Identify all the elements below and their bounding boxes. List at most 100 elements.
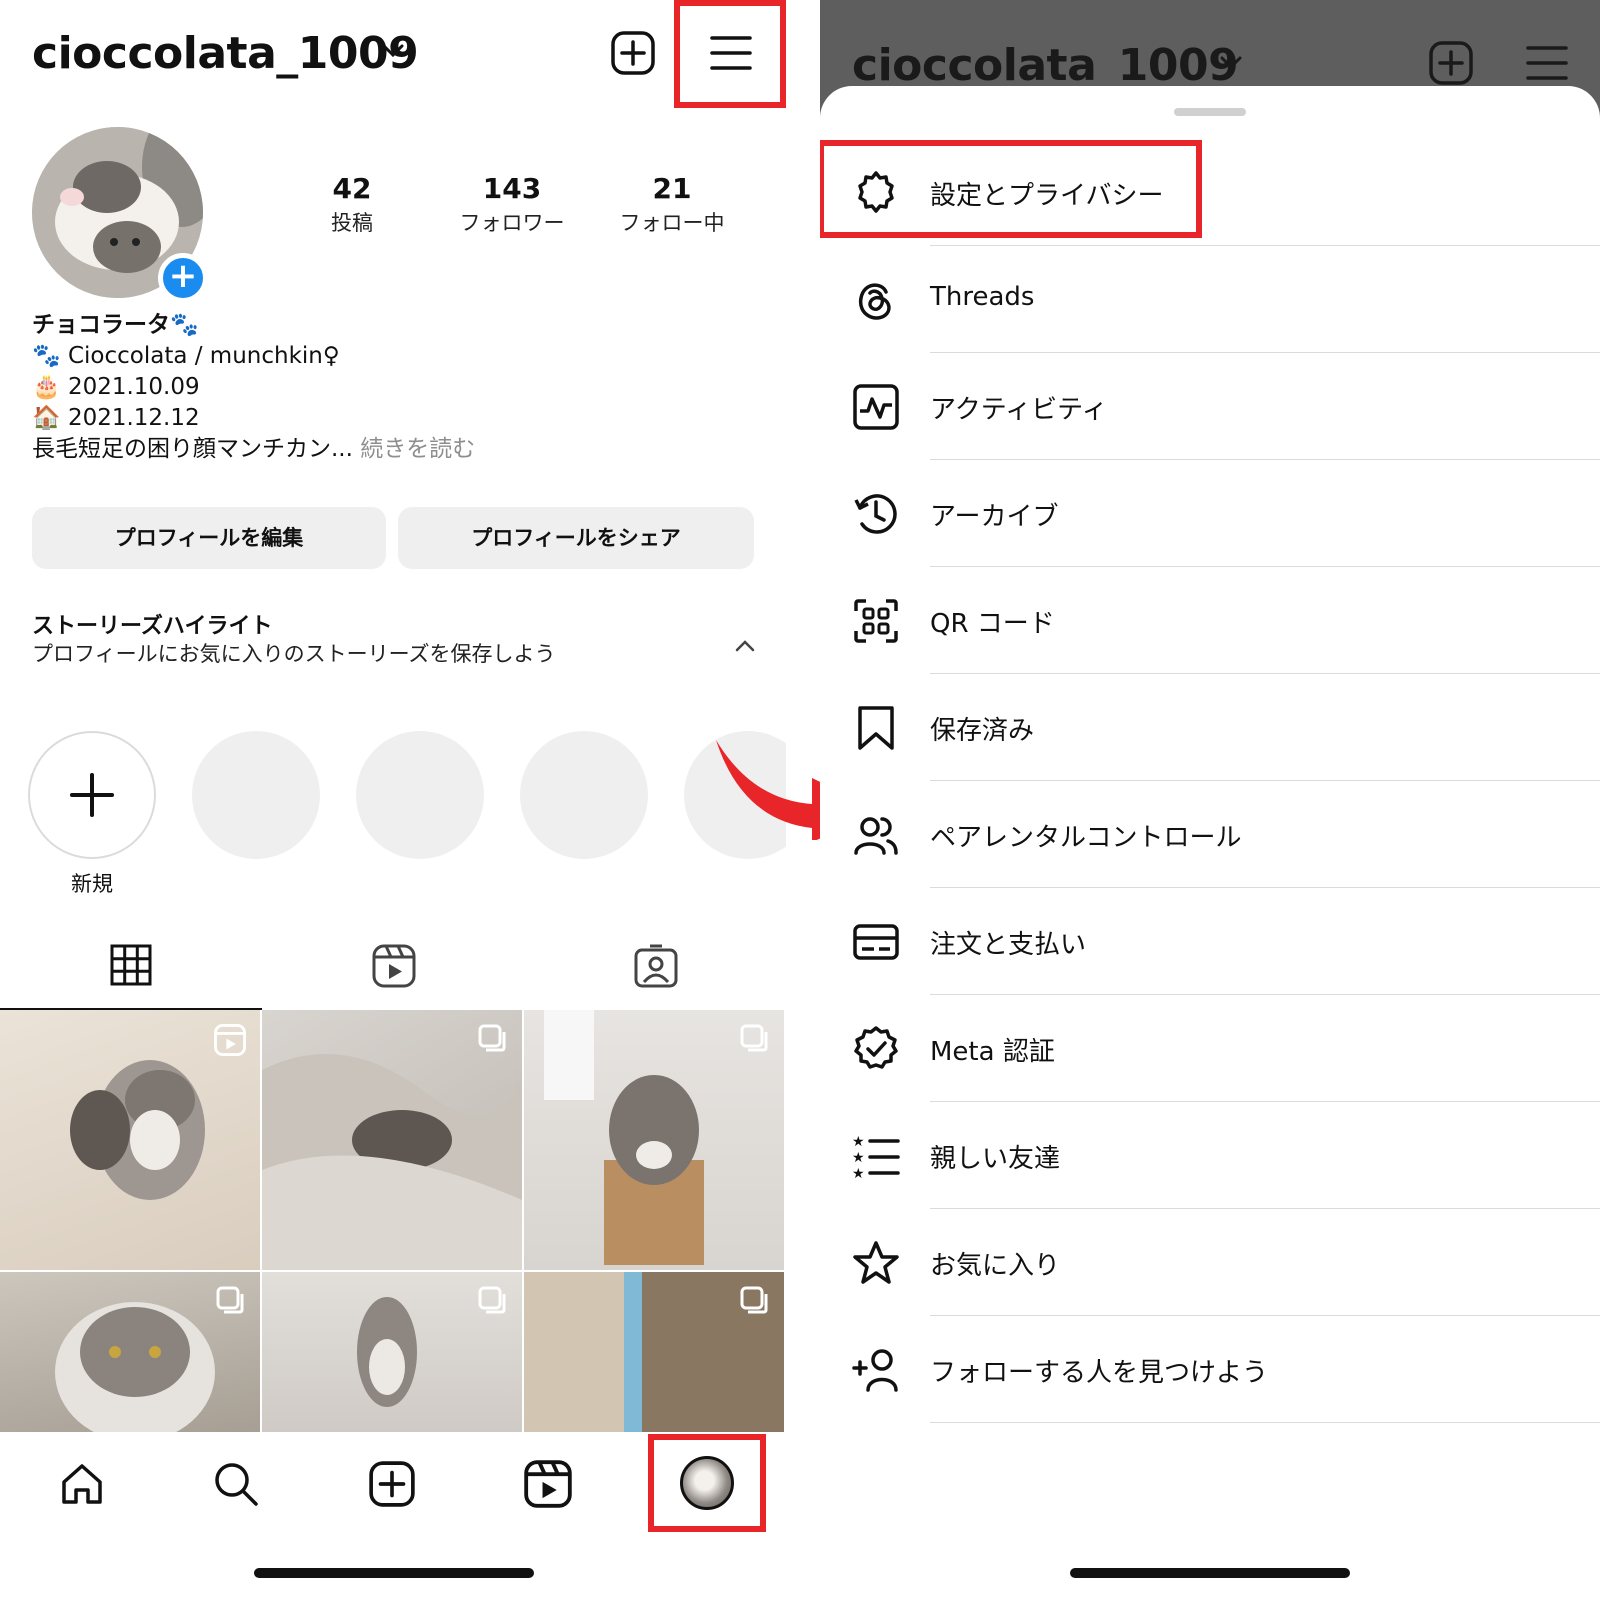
menu-item-discover-people[interactable]: フォローする人を見つけよう xyxy=(820,1316,1600,1423)
menu-item-label: ペアレンタルコントロール xyxy=(930,823,1242,853)
posts-stat[interactable]: 42 投稿 xyxy=(272,172,432,237)
bio-line: 🎂 2021.10.09 xyxy=(32,374,200,400)
menu-item-label: 注文と支払い xyxy=(930,930,1087,960)
menu-item-favorites[interactable]: お気に入り xyxy=(820,1209,1600,1316)
menu-item-meta-verified[interactable]: Meta 認証 xyxy=(820,995,1600,1102)
followers-stat[interactable]: 143 フォロワー xyxy=(432,172,592,237)
grid-icon xyxy=(110,944,152,986)
read-more-link[interactable]: 続きを読む xyxy=(353,436,475,462)
edit-profile-button[interactable]: プロフィールを編集 xyxy=(32,507,386,569)
add-story-button[interactable]: + xyxy=(158,253,208,303)
search-icon[interactable] xyxy=(212,1460,260,1508)
post-thumbnail[interactable] xyxy=(524,1010,784,1270)
verified-icon xyxy=(854,1026,898,1069)
create-post-icon[interactable] xyxy=(610,30,656,76)
posts-count: 42 xyxy=(332,172,372,205)
divider xyxy=(930,1422,1600,1423)
svg-text:★: ★ xyxy=(852,1166,865,1180)
sheet-grabber[interactable] xyxy=(1174,108,1246,116)
reels-icon xyxy=(214,1024,246,1056)
home-indicator xyxy=(1070,1568,1350,1578)
settings-highlight-box xyxy=(820,140,1202,238)
post-thumbnail[interactable] xyxy=(262,1010,522,1270)
star-icon xyxy=(853,1241,899,1284)
menu-item-label: QR コード xyxy=(930,609,1055,639)
share-profile-button[interactable]: プロフィールをシェア xyxy=(398,507,754,569)
bottom-sheet: 設定とプライバシー Threads アクティビティ アーカイブ QR コード 保… xyxy=(820,86,1600,1600)
plus-icon xyxy=(70,773,114,817)
bio-text: 長毛短足の困り顔マンチカン... xyxy=(32,436,353,462)
followers-count: 143 xyxy=(482,172,542,205)
tab-reels[interactable] xyxy=(262,940,524,1010)
carousel-icon xyxy=(478,1024,506,1052)
profile-tab-highlight-box xyxy=(648,1434,766,1532)
highlights-title: ストーリーズハイライト xyxy=(32,614,273,639)
display-name: チョコラータ🐾 xyxy=(32,312,199,338)
following-count: 21 xyxy=(652,172,692,205)
archive-icon xyxy=(854,494,897,534)
highlight-placeholder xyxy=(520,731,648,859)
following-stat[interactable]: 21 フォロー中 xyxy=(592,172,752,237)
new-highlight-label: 新規 xyxy=(71,872,113,896)
menu-item-label: 親しい友達 xyxy=(930,1144,1061,1174)
carousel-icon xyxy=(478,1286,506,1314)
carousel-icon xyxy=(216,1286,244,1314)
following-label: フォロー中 xyxy=(619,211,725,235)
post-thumbnail[interactable] xyxy=(262,1272,522,1432)
tab-posts-grid[interactable] xyxy=(0,940,262,1010)
svg-text:★: ★ xyxy=(852,1134,865,1150)
menu-item-parental-control[interactable]: ペアレンタルコントロール xyxy=(820,781,1600,888)
tab-tagged[interactable] xyxy=(524,940,786,1010)
menu-item-label: 保存済み xyxy=(930,716,1035,746)
followers-label: フォロワー xyxy=(459,211,565,235)
chevron-up-icon[interactable] xyxy=(735,640,755,652)
username-header[interactable]: cioccolata_1009 xyxy=(32,28,419,79)
bio: チョコラータ🐾 🐾 Cioccolata / munchkin♀ 🎂 2021.… xyxy=(32,310,475,465)
menu-screen: cioccolata_1009 設定とプライバシー Threads アクティビテ… xyxy=(820,0,1600,1600)
reels-icon[interactable] xyxy=(524,1460,572,1508)
menu-item-close-friends[interactable]: ★ ★ ★ 親しい友達 xyxy=(820,1102,1600,1209)
card-icon xyxy=(853,924,899,960)
hamburger-menu-icon xyxy=(1526,46,1568,80)
post-thumbnail[interactable] xyxy=(524,1272,784,1432)
people-icon xyxy=(854,817,898,855)
close-friends-icon: ★ ★ ★ xyxy=(852,1134,900,1180)
create-icon[interactable] xyxy=(368,1460,416,1508)
highlights-subtitle: プロフィールにお気に入りのストーリーズを保存しよう xyxy=(32,642,556,666)
menu-highlight-box xyxy=(674,0,786,108)
bookmark-icon xyxy=(858,706,894,750)
bio-line: 🐾 Cioccolata / munchkin♀ xyxy=(32,343,340,369)
menu-item-label: アクティビティ xyxy=(930,395,1108,425)
username-header: cioccolata_1009 xyxy=(852,40,1239,91)
svg-text:★: ★ xyxy=(852,1150,865,1166)
new-highlight-button[interactable] xyxy=(28,731,156,859)
menu-item-saved[interactable]: 保存済み xyxy=(820,674,1600,781)
profile-screen: cioccolata_1009 + 42 投稿 143 フォロワー 21 フォロ… xyxy=(0,0,786,1600)
posts-label: 投稿 xyxy=(331,211,373,235)
menu-item-orders-payments[interactable]: 注文と支払い xyxy=(820,888,1600,995)
menu-item-label: アーカイブ xyxy=(930,502,1059,532)
menu-item-label: Threads xyxy=(930,282,1035,312)
home-icon[interactable] xyxy=(58,1460,106,1508)
chevron-down-icon xyxy=(1220,56,1242,70)
carousel-icon xyxy=(740,1024,768,1052)
activity-icon xyxy=(853,384,899,430)
highlight-placeholder xyxy=(192,731,320,859)
post-thumbnail[interactable] xyxy=(0,1272,260,1432)
qr-code-icon xyxy=(854,599,898,643)
chevron-down-icon[interactable] xyxy=(382,44,404,58)
bio-line: 長毛短足の困り顔マンチカン... 続きを読む xyxy=(32,434,475,465)
add-person-icon xyxy=(852,1349,898,1392)
menu-item-label: お気に入り xyxy=(930,1251,1061,1281)
highlight-placeholder xyxy=(356,731,484,859)
menu-item-qr-code[interactable]: QR コード xyxy=(820,567,1600,674)
post-thumbnail[interactable] xyxy=(0,1010,260,1270)
menu-item-archive[interactable]: アーカイブ xyxy=(820,460,1600,567)
menu-item-label: Meta 認証 xyxy=(930,1037,1055,1067)
menu-item-activity[interactable]: アクティビティ xyxy=(820,353,1600,460)
carousel-icon xyxy=(740,1286,768,1314)
reels-icon xyxy=(372,944,416,988)
bio-line: 🏠 2021.12.12 xyxy=(32,405,200,431)
tagged-icon xyxy=(634,944,678,988)
menu-item-threads[interactable]: Threads xyxy=(820,246,1600,353)
